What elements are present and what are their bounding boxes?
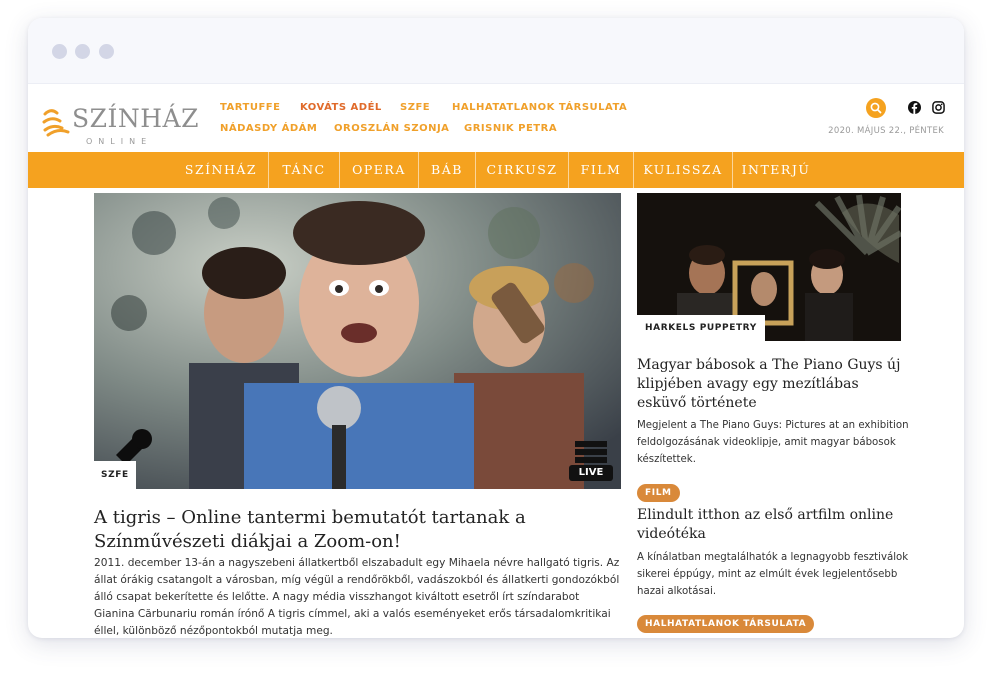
nav-item-film[interactable]: FILM — [569, 152, 633, 188]
nav-item-szinhaz[interactable]: SZÍNHÁZ — [174, 152, 268, 188]
search-button[interactable] — [866, 98, 886, 118]
window-minimize-button[interactable] — [75, 44, 90, 59]
logo-subtext: ONLINE — [86, 137, 153, 146]
main-article-category[interactable]: SZFE — [94, 461, 136, 489]
window-maximize-button[interactable] — [99, 44, 114, 59]
live-badge: LIVE — [567, 439, 615, 483]
instagram-icon[interactable] — [932, 101, 945, 114]
main-article-photo — [94, 193, 621, 489]
tag-link[interactable]: SZFE — [400, 102, 430, 113]
category-pill[interactable]: HALHATATLANOK TÁRSULATA — [637, 615, 815, 633]
side-article-excerpt: Megjelent a The Piano Guys: Pictures at … — [637, 420, 909, 465]
nav-item-bab[interactable]: BÁB — [419, 152, 475, 188]
category-pill[interactable]: FILM — [637, 484, 680, 502]
browser-window: SZÍNHÁZ ONLINE TARTUFFE KOVÁTS ADÉL SZFE… — [28, 18, 964, 638]
tag-link[interactable]: HALHATATLANOK TÁRSULATA — [452, 102, 627, 113]
logo-text: SZÍNHÁZ — [72, 104, 199, 133]
live-label: LIVE — [578, 467, 604, 478]
tag-link[interactable]: GRISNIK PETRA — [464, 123, 557, 134]
tag-link[interactable]: KOVÁTS ADÉL — [300, 102, 382, 113]
window-close-button[interactable] — [52, 44, 67, 59]
side-article-category[interactable]: HARKELS PUPPETRY — [637, 315, 765, 341]
nav-item-kulissza[interactable]: KULISSZA — [634, 152, 732, 188]
main-article-title[interactable]: A tigris – Online tantermi bemutatót tar… — [94, 506, 621, 554]
main-article-excerpt: 2011. december 13-án a nagyszebeni állat… — [94, 557, 620, 637]
site-logo[interactable]: SZÍNHÁZ ONLINE — [42, 104, 198, 154]
nav-item-opera[interactable]: OPERA — [340, 152, 418, 188]
tag-link[interactable]: OROSZLÁN SZONJA — [334, 123, 449, 134]
nav-item-cirkusz[interactable]: CIRKUSZ — [476, 152, 568, 188]
current-date: 2020. MÁJUS 22., PÉNTEK — [828, 126, 944, 136]
search-icon — [870, 102, 882, 114]
window-titlebar — [28, 18, 964, 84]
side-article-title[interactable]: Elindult itthon az első artfilm online v… — [637, 506, 909, 544]
side-article-image[interactable]: HARKELS PUPPETRY — [637, 193, 901, 341]
main-article-image[interactable]: LIVE SZFE — [94, 193, 621, 489]
tag-link[interactable]: TARTUFFE — [220, 102, 280, 113]
nav-item-tanc[interactable]: TÁNC — [269, 152, 339, 188]
tag-link[interactable]: NÁDASDY ÁDÁM — [220, 123, 317, 134]
side-article-excerpt: A kínálatban megtalálhatók a legnagyobb … — [637, 552, 909, 597]
nav-item-interju[interactable]: INTERJÚ — [733, 152, 819, 188]
logo-waves-icon — [42, 109, 70, 137]
main-nav: SZÍNHÁZ TÁNC OPERA BÁB CIRKUSZ FILM KULI… — [28, 152, 964, 188]
facebook-icon[interactable] — [908, 101, 921, 114]
side-article-title[interactable]: Magyar bábosok a The Piano Guys új klipj… — [637, 356, 907, 413]
